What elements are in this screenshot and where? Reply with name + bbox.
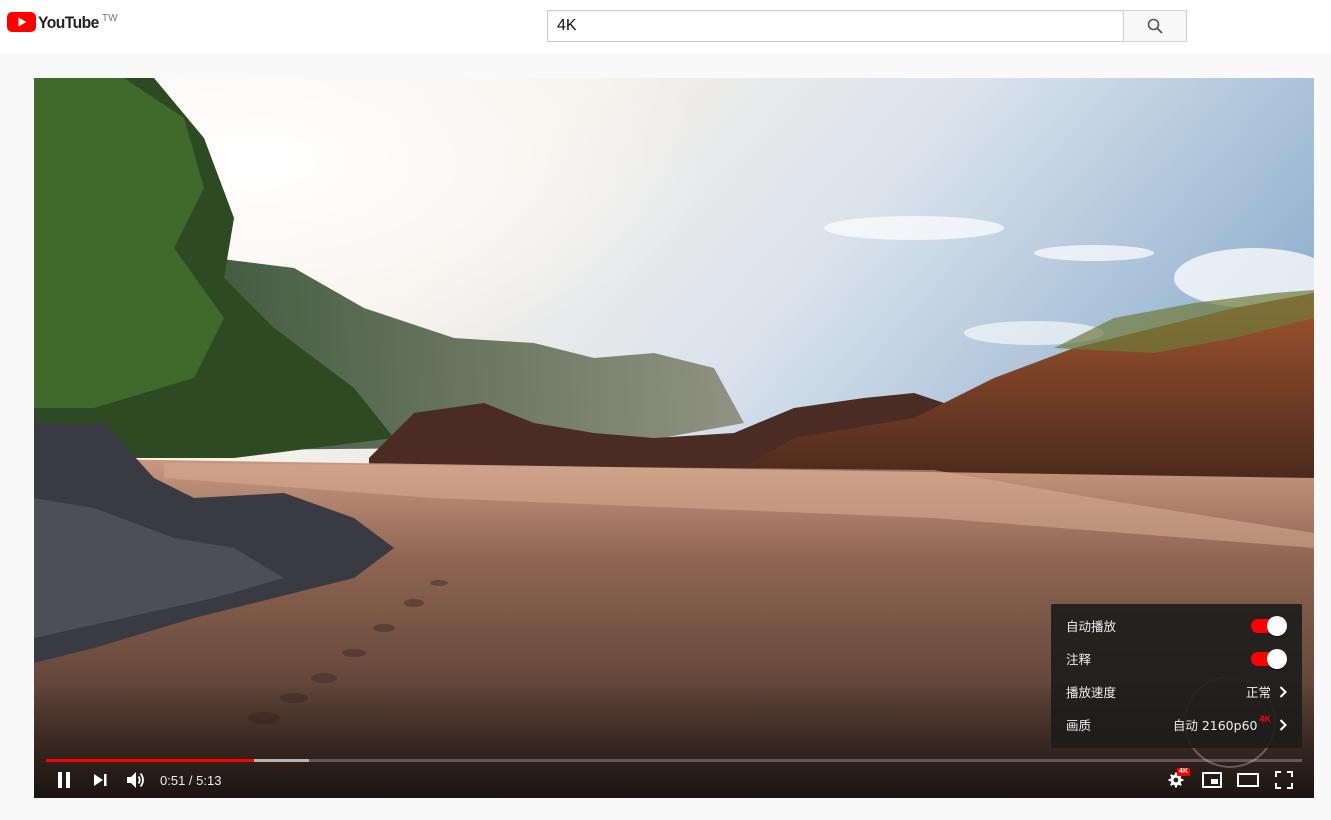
region-code: TW xyxy=(102,13,118,24)
autoplay-toggle-knob xyxy=(1267,615,1287,636)
progress-played xyxy=(46,759,255,762)
theater-mode-button[interactable] xyxy=(1230,766,1266,794)
controls-right: 4K xyxy=(1158,766,1302,794)
speed-value: 正常 xyxy=(1245,685,1271,700)
search-button[interactable] xyxy=(1123,10,1187,42)
miniplayer-button[interactable] xyxy=(1194,766,1230,794)
search-icon xyxy=(1147,18,1163,34)
annotations-label: 注释 xyxy=(1066,652,1092,667)
fullscreen-button[interactable] xyxy=(1266,766,1302,794)
top-bar: YouTube TW xyxy=(0,0,1331,53)
speed-label: 播放速度 xyxy=(1066,685,1117,700)
settings-button[interactable]: 4K xyxy=(1158,766,1194,794)
menu-item-autoplay[interactable]: 自动播放 xyxy=(1051,609,1302,642)
chevron-right-icon xyxy=(1279,685,1287,698)
search-bar xyxy=(547,10,1187,42)
menu-item-quality[interactable]: 画质 自动 2160p60 4K xyxy=(1051,708,1302,741)
chevron-right-icon xyxy=(1279,718,1287,731)
quality-label: 画质 xyxy=(1066,718,1092,733)
theater-mode-icon xyxy=(1237,773,1259,787)
volume-button[interactable] xyxy=(118,766,154,794)
pause-button[interactable] xyxy=(46,766,82,794)
quality-value: 自动 2160p60 xyxy=(1172,718,1258,733)
settings-menu: 自动播放 注释 播放速度 正常 画质 自动 2160p60 4K xyxy=(1051,604,1302,748)
time-separator: / xyxy=(185,772,197,788)
quality-4k-badge: 4K xyxy=(1259,713,1271,724)
youtube-logo[interactable]: YouTube TW xyxy=(7,12,118,38)
menu-item-speed[interactable]: 播放速度 正常 xyxy=(1051,675,1302,708)
time-display: 0:51 / 5:13 xyxy=(160,773,221,788)
annotations-toggle-knob xyxy=(1267,648,1287,669)
quality-value-group: 自动 2160p60 4K xyxy=(1172,713,1287,734)
menu-item-annotations[interactable]: 注释 xyxy=(1051,642,1302,675)
logo-text: YouTube xyxy=(38,13,99,32)
quality-badge: 4K xyxy=(1177,768,1190,776)
autoplay-toggle[interactable] xyxy=(1251,615,1287,636)
miniplayer-icon xyxy=(1202,772,1222,788)
search-input[interactable] xyxy=(547,10,1123,42)
annotations-toggle[interactable] xyxy=(1251,648,1287,669)
duration: 5:13 xyxy=(196,772,222,788)
fullscreen-icon xyxy=(1275,771,1293,789)
volume-icon xyxy=(127,772,144,788)
pause-icon xyxy=(58,772,70,788)
video-player[interactable]: 0:51 / 5:13 4K 自动播放 注释 播放速度 正常 画质 自动 216… xyxy=(34,78,1314,798)
youtube-play-logo-icon xyxy=(7,12,36,32)
current-time: 0:51 xyxy=(160,772,186,788)
next-button[interactable] xyxy=(82,766,118,794)
progress-bar[interactable] xyxy=(46,759,1302,762)
speed-value-group: 正常 xyxy=(1246,682,1287,701)
next-icon xyxy=(94,774,107,786)
controls-left: 0:51 / 5:13 xyxy=(46,766,221,794)
autoplay-label: 自动播放 xyxy=(1066,619,1117,634)
